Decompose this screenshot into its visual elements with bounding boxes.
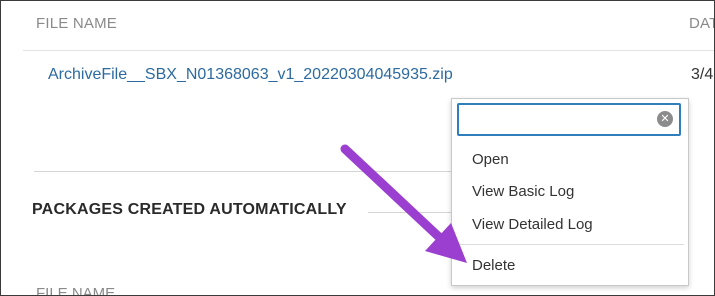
date-cell: 3/4 xyxy=(691,66,714,83)
menu-search-input[interactable] xyxy=(465,106,659,134)
menu-item-view-basic-log[interactable]: View Basic Log xyxy=(472,183,574,200)
column-header-file-name-2[interactable]: FILE NAME xyxy=(36,285,115,295)
menu-item-delete[interactable]: Delete xyxy=(472,257,515,274)
column-header-date[interactable]: DAT xyxy=(689,15,714,32)
file-link[interactable]: ArchiveFile__SBX_N01368063_v1_2022030404… xyxy=(48,66,453,84)
context-menu: ✕ Open View Basic Log View Detailed Log … xyxy=(451,98,689,286)
file-packages-panel: FILE NAME DAT ArchiveFile__SBX_N01368063… xyxy=(0,0,715,296)
section-title: PACKAGES CREATED AUTOMATICALLY xyxy=(32,201,347,218)
column-header-file-name[interactable]: FILE NAME xyxy=(36,15,117,32)
menu-search-field[interactable]: ✕ xyxy=(457,103,681,136)
section-divider xyxy=(34,171,454,172)
section-title-rule xyxy=(368,212,454,213)
menu-separator xyxy=(456,244,684,245)
menu-item-open[interactable]: Open xyxy=(472,151,509,168)
menu-item-view-detailed-log[interactable]: View Detailed Log xyxy=(472,216,593,233)
header-divider xyxy=(23,50,714,51)
clear-circle-icon[interactable]: ✕ xyxy=(657,111,673,127)
